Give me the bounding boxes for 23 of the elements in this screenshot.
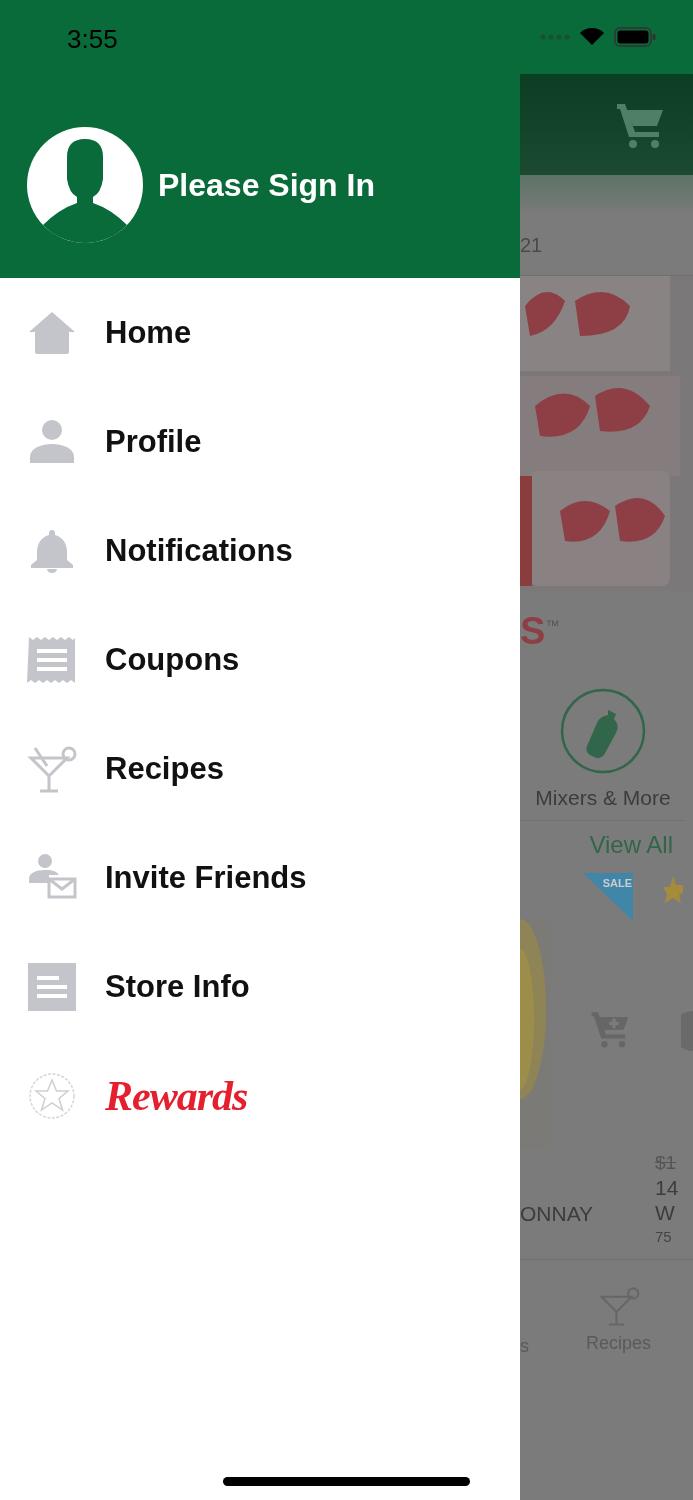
shaker-icon[interactable] [560, 688, 646, 774]
menu-item[interactable]: Coupons [105, 641, 240, 678]
avatar-icon [27, 127, 143, 243]
product-name: W [655, 1200, 676, 1225]
menu-item[interactable]: Store Info [105, 968, 250, 1005]
status-time: 3:55 [67, 23, 118, 56]
menu-item[interactable]: Recipes [105, 750, 224, 787]
rewards-link[interactable]: Rewards [105, 1071, 248, 1120]
menu-item[interactable]: Notifications [105, 532, 293, 569]
wifi-icon [580, 28, 604, 46]
menu-item[interactable]: Home [105, 314, 192, 351]
sale-ribbon: SALE [583, 873, 633, 921]
product-name: 14 [655, 1175, 679, 1200]
receipt-icon [27, 634, 77, 685]
menu-item[interactable]: Profile [105, 423, 202, 460]
battery-icon [614, 27, 656, 47]
menu-item[interactable]: Invite Friends [105, 859, 307, 896]
document-icon [27, 961, 77, 1012]
sign-in-link[interactable]: Please Sign In [158, 166, 375, 204]
product-name: ONNAY [520, 1201, 595, 1226]
signal-icon [540, 33, 570, 41]
star-badge-icon [27, 1070, 77, 1121]
brand-logo-text: S$^{™}$ [520, 609, 560, 653]
